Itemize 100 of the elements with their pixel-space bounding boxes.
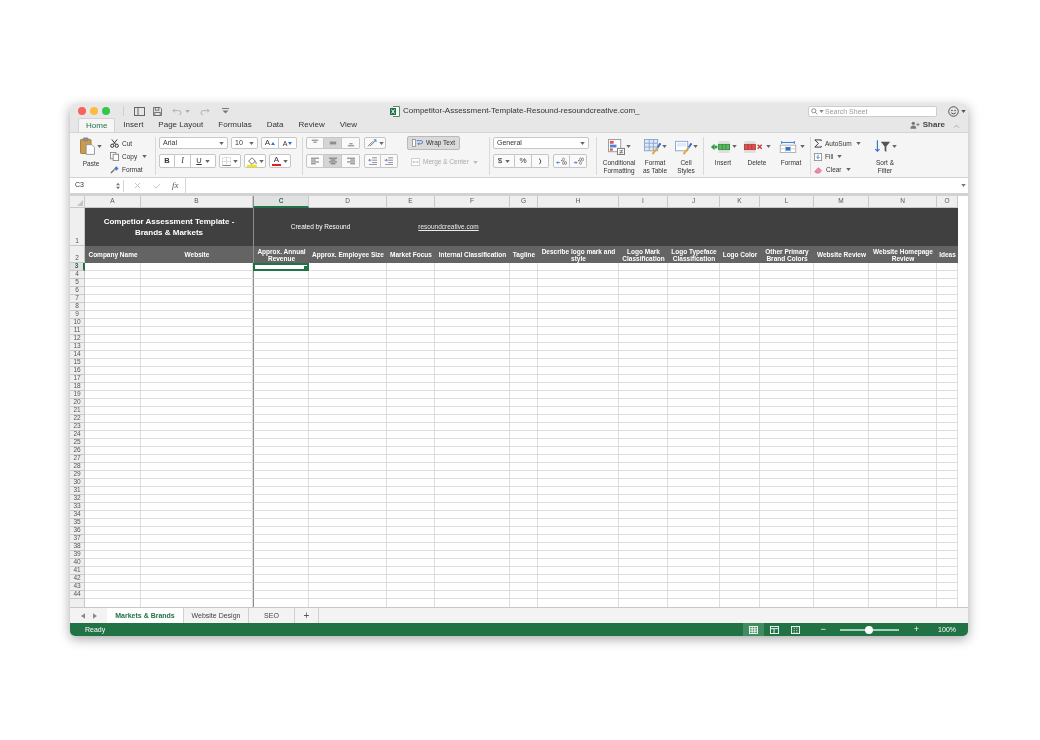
comma-style-button[interactable] [532,154,549,168]
decrease-decimal-button[interactable] [570,154,587,168]
check-icon[interactable] [153,182,161,189]
select-all-icon[interactable] [77,200,83,206]
left-arrow-icon[interactable] [80,612,85,619]
format-cells-icon [777,140,798,153]
caret-icon [142,155,148,158]
increase-decimal-button[interactable] [553,154,570,168]
zoom-out-button[interactable]: − [820,625,826,634]
caret-icon [258,159,264,163]
customize-toolbar-icon[interactable] [222,108,229,114]
borders-button[interactable] [219,154,241,168]
close-icon[interactable] [78,107,86,115]
percent-button[interactable]: % [515,154,532,168]
copy-icon [110,152,119,161]
grid-icon [748,625,758,634]
fill-color-button[interactable] [244,154,266,168]
paint-bucket-icon [246,155,257,167]
increase-decimal-icon [556,157,567,165]
fill-handle[interactable] [304,266,307,269]
align-right-button[interactable] [342,154,360,168]
caret-icon [204,159,210,163]
align-middle-button[interactable] [324,137,342,149]
caret-icon [837,155,843,158]
ribbon-tab[interactable]: Review [291,118,332,132]
ribbon-tab[interactable]: View [332,118,364,132]
undo-icon[interactable] [172,107,182,115]
insert-function-button[interactable]: fx [172,181,179,190]
save-icon[interactable] [153,106,162,116]
delete-cells-icon [743,140,764,153]
cell-brush-icon [674,138,692,155]
caret-icon [731,145,737,148]
decrease-indent-button[interactable] [364,154,381,168]
align-bottom-button[interactable] [342,137,360,149]
spreadsheet-file-icon [390,105,400,117]
align-center-button[interactable] [324,154,342,168]
merge-cells-icon [411,158,420,166]
minimize-icon[interactable] [90,107,98,115]
caret-icon [661,145,667,148]
ribbon-tab[interactable]: Formulas [211,118,259,132]
caret-icon [378,141,384,145]
align-left-button[interactable] [306,154,324,168]
italic-button[interactable]: I [175,154,191,168]
outdent-icon [367,157,378,165]
normal-view-button[interactable] [742,623,764,636]
ribbon-tab[interactable]: Home [78,118,116,132]
sidebar-icon[interactable] [134,106,145,116]
clipboard-icon [80,137,95,155]
caret-icon [765,145,771,148]
comma-icon [538,157,542,165]
paintbrush-icon [110,165,119,174]
caret-icon [625,145,631,148]
table-brush-icon [643,138,661,155]
page-break-icon [790,625,800,634]
caret-icon [819,109,824,113]
chevron-up-icon[interactable] [953,124,960,128]
indent-icon [384,157,394,165]
slanted-text-icon [366,139,377,147]
align-top-button[interactable] [306,137,324,149]
maximize-icon[interactable] [102,107,110,115]
align-left-icon [310,157,320,165]
caret-icon [692,145,698,148]
caret-icon [580,141,585,145]
zoom-slider[interactable] [839,628,899,631]
increase-indent-button[interactable] [381,154,398,168]
eraser-icon [814,165,823,174]
share-button[interactable]: Share [909,119,945,131]
ribbon-tab[interactable]: Page Layout [151,118,211,132]
redo-icon[interactable] [200,107,210,115]
caret-icon [961,109,966,113]
grow-font-button[interactable]: A [261,137,279,149]
slider-thumb[interactable] [865,625,874,634]
row-header[interactable] [70,599,85,607]
orientation-button[interactable] [364,137,386,149]
stepper-icon [116,181,120,190]
caret-icon [891,145,897,148]
cancel-icon[interactable] [134,182,141,189]
currency-button[interactable]: $ [493,154,515,168]
right-arrow-icon[interactable] [92,612,97,619]
bar-grid-icon [607,138,625,155]
smiley-icon[interactable] [948,105,959,117]
align-right-icon [345,157,356,165]
caret-icon [185,109,190,113]
triangle-down-icon [288,141,293,145]
page-layout-icon [769,625,779,634]
caret-icon [219,141,224,145]
sort-funnel-icon [873,139,891,154]
ribbon-tab[interactable]: Data [259,118,291,132]
zoom-in-button[interactable]: + [913,625,920,634]
caret-icon [233,159,238,163]
decrease-decimal-icon [572,157,584,165]
insert-cells-icon [709,140,730,153]
search-icon [811,107,818,115]
add-person-icon [909,121,920,129]
font-color-button[interactable]: A [269,154,291,168]
wrap-text-icon [412,139,423,147]
scissors-icon [110,139,119,148]
ribbon-tab[interactable]: Insert [116,118,151,132]
caret-icon [855,142,861,145]
caret-icon [845,168,851,171]
